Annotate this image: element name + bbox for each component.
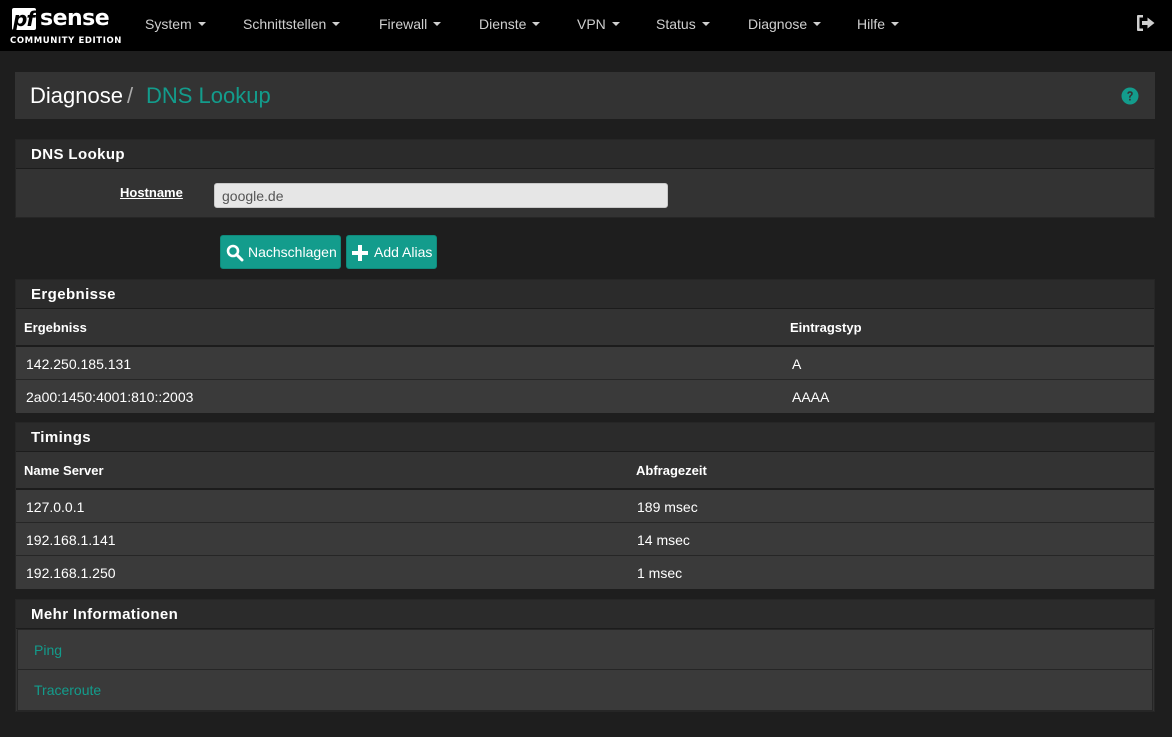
caret-down-icon [332,22,341,27]
panel-title: Ergebnisse [16,280,1154,309]
panel-title: Timings [16,423,1154,452]
timings-panel: Timings Name Server Abfragezeit 127.0.0.… [15,422,1155,589]
table-header: Name Server Abfragezeit [16,452,1154,490]
nav-label: Diagnose [748,16,808,32]
panel-title: Mehr Informationen [16,600,1154,629]
breadcrumb-separator: / [127,83,134,108]
hostname-input[interactable] [214,183,668,208]
results-panel: Ergebnisse Ergebniss Eintragstyp 142.250… [15,279,1155,413]
logo-sense: sense [40,6,110,31]
column-header-name-server: Name Server [24,463,104,478]
lookup-button-label: Nachschlagen [248,244,337,260]
question-circle-icon[interactable] [1121,87,1139,105]
caret-down-icon [813,22,822,27]
add-alias-button-label: Add Alias [374,244,433,260]
caret-down-icon [197,22,206,27]
nav-label: Schnittstellen [243,16,327,32]
top-navbar: pf sense COMMUNITY EDITION System Schnit… [0,0,1172,51]
result-cell: 142.250.185.131 [26,356,132,372]
page-title[interactable]: DNS Lookup [146,83,271,109]
more-info-list: Ping Traceroute [16,629,1154,712]
nav-label: VPN [577,16,606,32]
table-row: 142.250.185.131 A [16,347,1154,380]
nav-label: Firewall [379,16,428,32]
nav-diagnose[interactable]: Diagnose [748,0,822,51]
breadcrumb: Diagnose / DNS Lookup [15,72,1155,119]
column-header-record-type: Eintragstyp [790,320,862,335]
search-icon [226,244,244,262]
column-header-query-time: Abfragezeit [636,463,707,478]
ping-link[interactable]: Ping [17,629,1153,670]
add-alias-button[interactable]: Add Alias [346,235,437,269]
more-info-panel: Mehr Informationen Ping Traceroute [15,599,1155,712]
nav-dienste[interactable]: Dienste [479,0,541,51]
nav-firewall[interactable]: Firewall [379,0,442,51]
sign-out-icon[interactable] [1136,14,1156,32]
caret-down-icon [611,22,620,27]
nav-vpn[interactable]: VPN [577,0,620,51]
plus-icon [352,245,368,261]
pfsense-logo[interactable]: pf sense COMMUNITY EDITION [10,6,122,46]
hostname-label: Hostname [120,185,183,200]
record-type-cell: AAAA [792,389,830,405]
name-server-cell: 127.0.0.1 [26,499,85,515]
table-row: 127.0.0.1 189 msec [16,490,1154,523]
nav-system[interactable]: System [145,0,206,51]
caret-down-icon [891,22,900,27]
table-row: 192.168.1.250 1 msec [16,556,1154,589]
column-header-result: Ergebniss [24,320,87,335]
table-row: 192.168.1.141 14 msec [16,523,1154,556]
lookup-button[interactable]: Nachschlagen [220,235,341,269]
nav-label: Dienste [479,16,527,32]
nav-label: Hilfe [857,16,886,32]
traceroute-link[interactable]: Traceroute [17,670,1153,711]
query-time-cell: 14 msec [637,532,690,548]
logo-pf: pf [12,7,37,31]
nav-status[interactable]: Status [656,0,710,51]
logo-edition: COMMUNITY EDITION [10,36,122,46]
table-row: 2a00:1450:4001:810::2003 AAAA [16,380,1154,413]
nav-schnittstellen[interactable]: Schnittstellen [243,0,341,51]
caret-down-icon [532,22,541,27]
breadcrumb-parent[interactable]: Diagnose [30,83,123,109]
query-time-cell: 1 msec [637,565,683,581]
name-server-cell: 192.168.1.141 [26,532,116,548]
panel-title: DNS Lookup [16,140,1154,169]
nav-label: System [145,16,192,32]
nav-label: Status [656,16,696,32]
query-time-cell: 189 msec [637,499,698,515]
name-server-cell: 192.168.1.250 [26,565,116,581]
result-cell: 2a00:1450:4001:810::2003 [26,389,194,405]
caret-down-icon [433,22,442,27]
record-type-cell: A [792,356,802,372]
nav-hilfe[interactable]: Hilfe [857,0,900,51]
dns-lookup-panel: DNS Lookup Hostname [15,139,1155,218]
caret-down-icon [701,22,710,27]
table-header: Ergebniss Eintragstyp [16,309,1154,347]
